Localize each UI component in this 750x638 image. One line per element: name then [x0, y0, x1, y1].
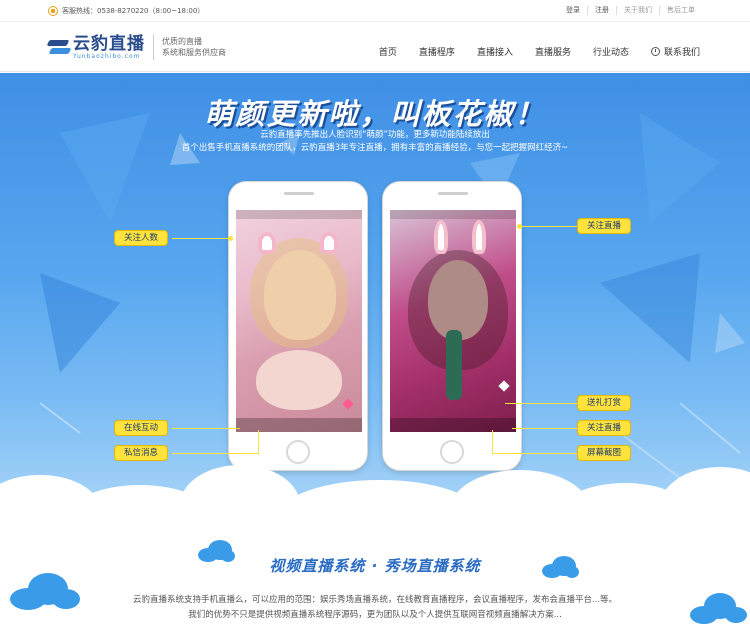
top-links: 登录 注册 关于我们 售后工单 [559, 6, 702, 15]
nav-industry-news[interactable]: 行业动态 [593, 45, 629, 58]
phone-mockup-left [228, 181, 368, 471]
page: 客服热线：0538-8270220（8:00~18:00） 登录 注册 关于我们… [0, 0, 750, 638]
nav-home[interactable]: 首页 [379, 45, 397, 58]
main-nav: 首页 直播程序 直播接入 直播服务 行业动态 联系我们 [357, 45, 700, 58]
login-link[interactable]: 登录 [559, 6, 587, 15]
support-ticket-link[interactable]: 售后工单 [659, 6, 702, 15]
about-link[interactable]: 关于我们 [616, 6, 659, 15]
callout-follow-live: 关注直播 [577, 218, 632, 234]
hotline: 客服热线：0538-8270220（8:00~18:00） [48, 6, 204, 16]
top-utility-bar: 客服热线：0538-8270220（8:00~18:00） 登录 注册 关于我们… [0, 0, 750, 22]
callout-follow-live-2: 关注直播 [577, 420, 632, 436]
leader-line [512, 428, 577, 429]
bunny-ear-icon [434, 220, 448, 254]
section-body-line-1: 云豹直播系统支持手机直播么，可以应用的范围：娱乐秀场直播系统，在线教育直播程序，… [132, 595, 618, 605]
nav-live-service[interactable]: 直播服务 [535, 45, 571, 58]
logo-divider [153, 34, 154, 60]
status-bar [236, 210, 362, 219]
callout-follow-count: 关注人数 [114, 230, 169, 246]
leader-dot [228, 236, 233, 241]
slogan: 优质的直播 系统和服务供应商 [162, 36, 226, 58]
streamer-hair [250, 238, 348, 348]
section-body: 云豹直播系统支持手机直播么，可以应用的范围：娱乐秀场直播系统，在线教育直播程序，… [0, 593, 750, 623]
register-link[interactable]: 注册 [587, 6, 616, 15]
phone-icon [48, 6, 58, 16]
logo[interactable]: 云豹直播 Yunbaozhibo.com 优质的直播 系统和服务供应商 [46, 34, 226, 60]
streamer-hands [256, 350, 342, 410]
section-title: 视频直播系统 · 秀场直播系统 [269, 557, 481, 575]
phone-screen-right [390, 210, 516, 432]
leader-line [520, 226, 577, 227]
leader-line [505, 403, 577, 404]
slogan-line-1: 优质的直播 [162, 37, 202, 46]
leader-line [172, 238, 230, 239]
hero-headline: 萌颜更新啦，叫板花椒！ [204, 97, 546, 131]
phone-speaker [284, 192, 314, 195]
callout-online-interaction: 在线互动 [114, 420, 169, 436]
logo-name: 云豹直播 [73, 33, 145, 54]
nav-live-access[interactable]: 直播接入 [477, 45, 513, 58]
callout-gift-tipping: 送礼打赏 [577, 395, 632, 411]
live-control-bar [390, 418, 516, 432]
heart-icon [342, 398, 354, 410]
hotline-text: 客服热线：0538-8270220（8:00~18:00） [62, 7, 205, 15]
slogan-line-2: 系统和服务供应商 [162, 48, 226, 57]
hero-intro-line-2: 首个出售手机直播系统的团队，云豹直播3年专注直播，拥有丰富的直播经验，与您一起把… [181, 143, 569, 153]
section-body-line-2: 我们的优势不只是提供视频直播系统程序源码，更为团队以及个人提供互联网音视频直播解… [188, 610, 562, 620]
nav-contact[interactable]: 联系我们 [650, 45, 700, 58]
cat-ear-icon [320, 232, 338, 254]
nav-live-program[interactable]: 直播程序 [419, 45, 455, 58]
contact-icon [650, 47, 660, 56]
bunny-ear-icon [472, 220, 486, 254]
live-control-bar [236, 418, 362, 432]
leader-line [172, 428, 240, 429]
nav-contact-label: 联系我们 [663, 48, 700, 58]
drink-bottle [446, 330, 462, 400]
heart-icon [498, 380, 510, 392]
logo-domain: Yunbaozhibo.com [73, 52, 141, 60]
cat-ear-icon [258, 232, 276, 254]
cloud-divider [0, 445, 750, 550]
phone-screen-left [236, 210, 362, 432]
phone-mockup-right [382, 181, 522, 471]
site-header: 云豹直播 Yunbaozhibo.com 优质的直播 系统和服务供应商 首页 直… [0, 22, 750, 72]
hero-intro: 云豹直播率先推出人脸识别“萌颜”功能，更多新功能陆续放出 首个出售手机直播系统的… [0, 129, 750, 155]
phone-speaker [438, 192, 468, 195]
status-bar [390, 210, 516, 219]
leader-dot [517, 224, 522, 229]
hero-intro-line-1: 云豹直播率先推出人脸识别“萌颜”功能，更多新功能陆续放出 [260, 130, 490, 140]
product-section: 视频直播系统 · 秀场直播系统 云豹直播系统支持手机直播么，可以应用的范围：娱乐… [0, 525, 750, 638]
logo-text: 云豹直播 Yunbaozhibo.com [73, 35, 145, 60]
logo-mark-icon [46, 37, 72, 57]
